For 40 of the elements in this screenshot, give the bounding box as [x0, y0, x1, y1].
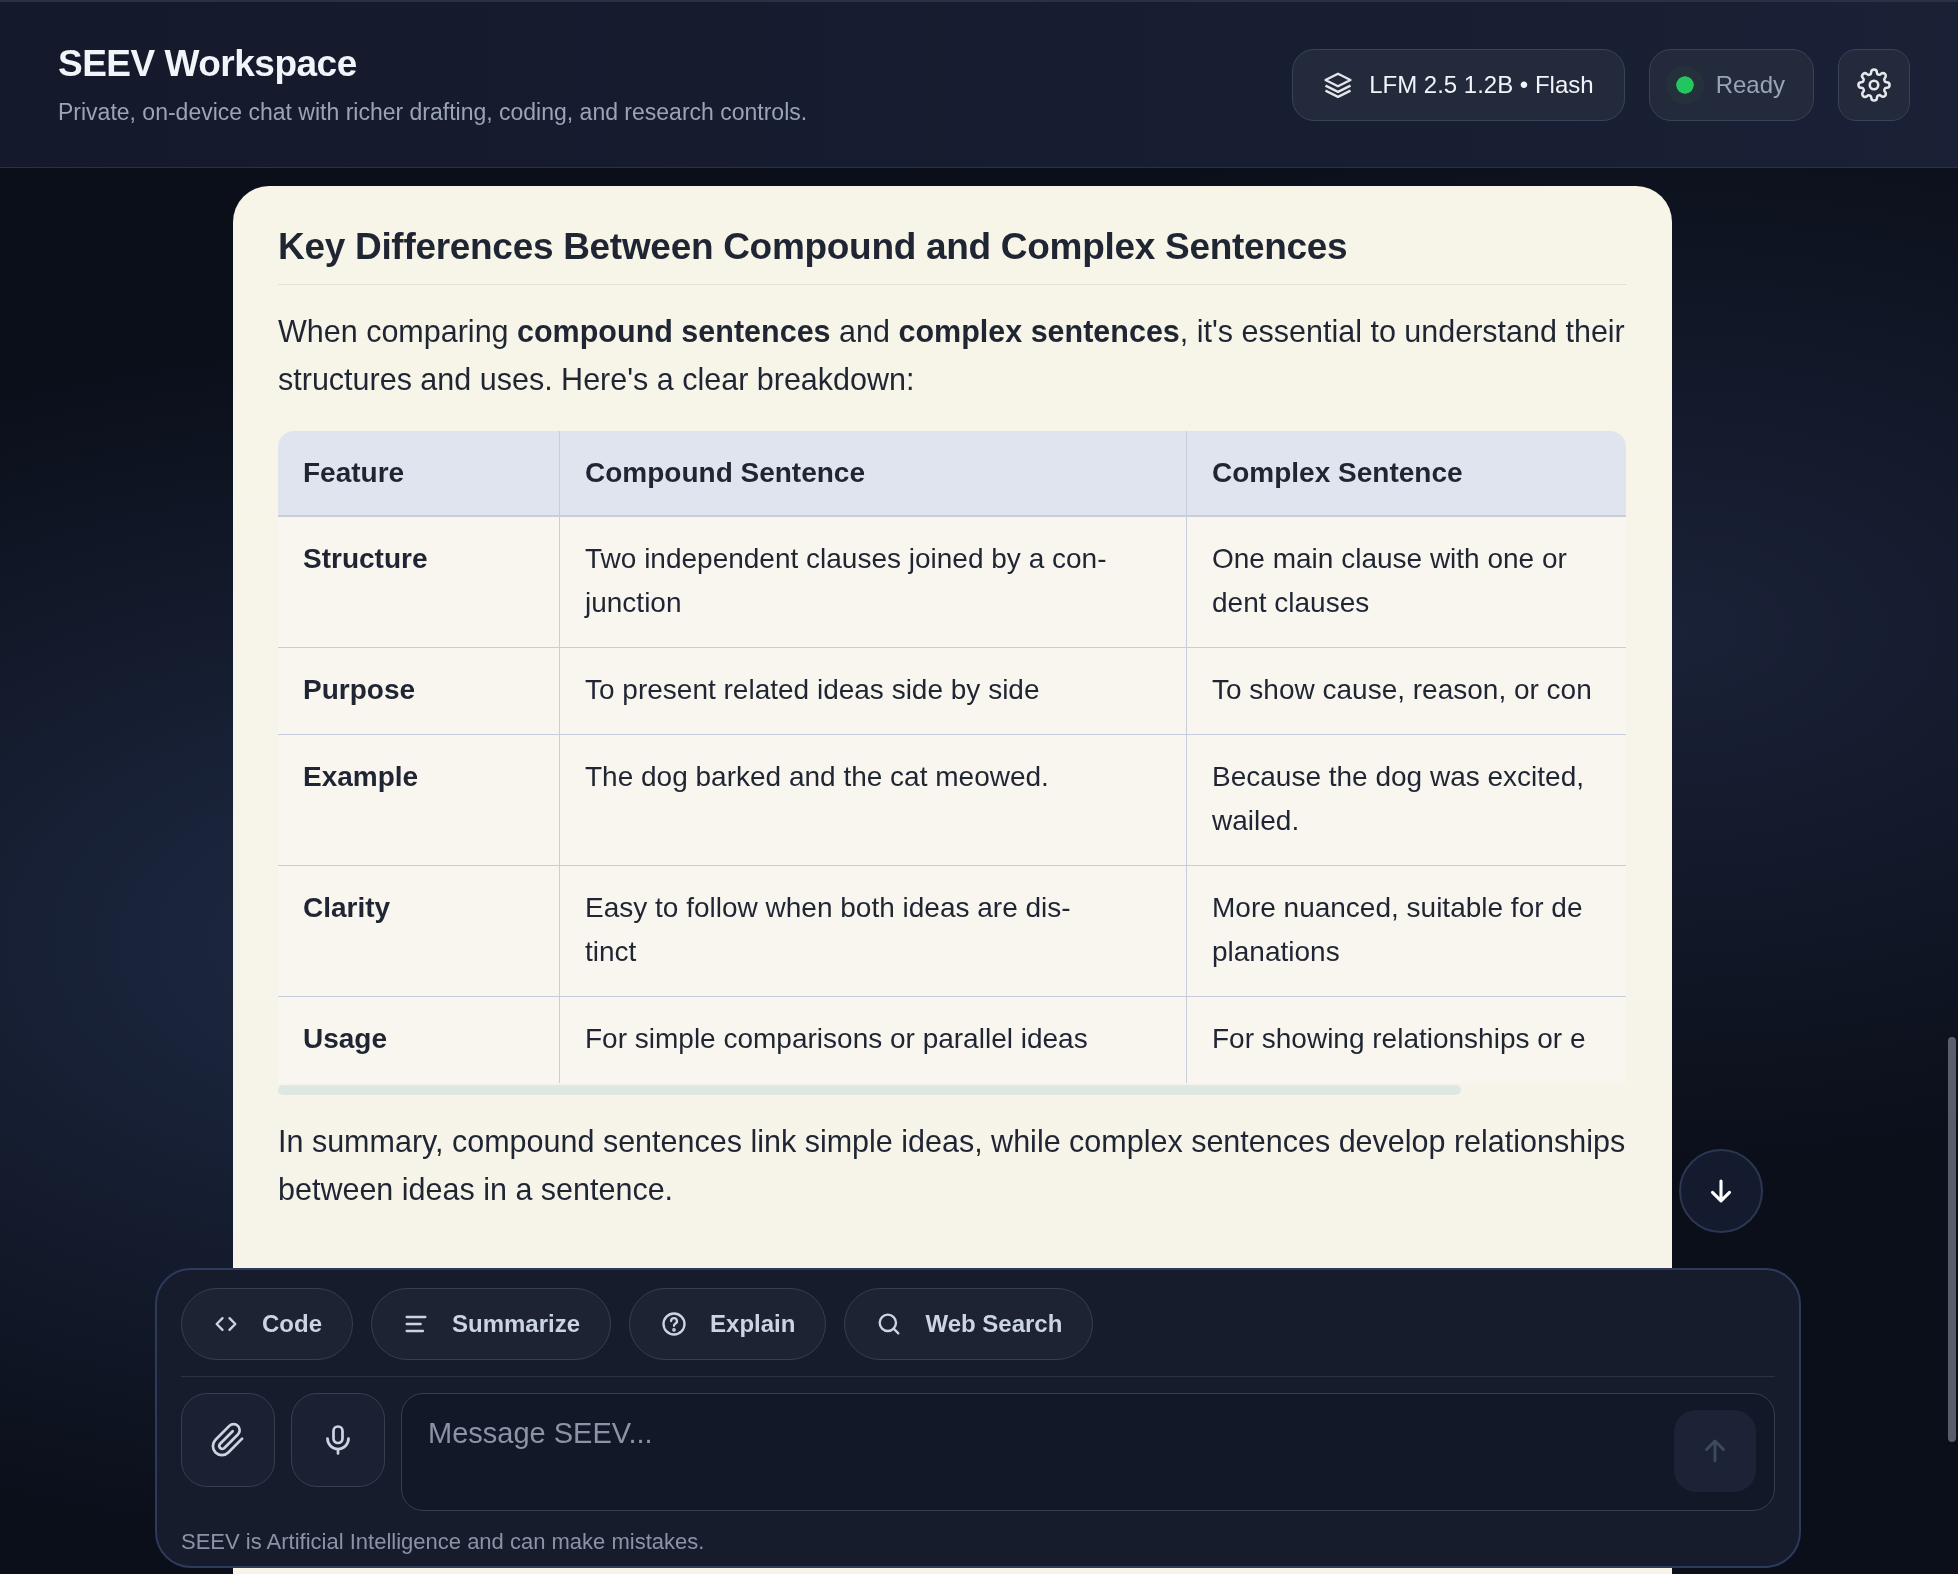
table-cell: Structure [278, 516, 560, 648]
table-cell: The dog barked and the cat meowed. [559, 734, 1187, 866]
message-input[interactable]: Message SEEV... [426, 1416, 1674, 1451]
action-chip[interactable]: Explain [629, 1288, 827, 1360]
app-subtitle: Private, on-device chat with richer drafting, coding, and research controls. [58, 99, 808, 126]
table-cell: For showing relationships or e [1186, 996, 1626, 1083]
table-cell: To show cause, reason, or con [1186, 647, 1626, 735]
app-title: SEEV Workspace [58, 43, 358, 85]
horizontal-scrollbar[interactable] [278, 1085, 1461, 1095]
help-icon [660, 1310, 689, 1338]
settings-button[interactable] [1838, 48, 1910, 121]
message-heading: Key Differences Between Compound and Complex Sentences [278, 226, 1627, 285]
table-cell: Clarity [278, 865, 560, 997]
summary-paragraph: In summary, compound sentences link simple ideas, while complex sentences develop relationships between ideas in a sentence. [278, 1123, 1627, 1208]
action-chip[interactable]: Code [181, 1288, 353, 1360]
table-cell: Usage [278, 996, 560, 1083]
disclaimer-text: SEEV is Artificial Intelligence and can make mistakes. [181, 1529, 706, 1555]
table-cell: Purpose [278, 647, 560, 735]
settings-icon [1857, 67, 1891, 102]
table-cell: To present related ideas side by side [559, 647, 1187, 735]
model-selector[interactable]: LFM 2.5 1.2B • Flash [1292, 48, 1625, 121]
column-header: Complex Sentence [1186, 431, 1626, 516]
status-label: Ready [1715, 70, 1785, 99]
table-cell: Two independent clauses joined by a con- junction [559, 516, 1187, 648]
action-chip[interactable]: Summarize [371, 1288, 612, 1360]
message-field[interactable]: Message SEEV... [401, 1393, 1775, 1511]
table-cell: Easy to follow when both ideas are dis- tinct [559, 865, 1187, 997]
microphone-button[interactable] [291, 1393, 385, 1487]
attach-button[interactable] [181, 1393, 275, 1487]
table-cell: Example [278, 734, 560, 866]
table-cell: More nuanced, suitable for de planations [1186, 865, 1626, 997]
intro-paragraph: When comparing compound sentences and complex sentences, it's essential to understand their structures and uses. Here's a clear breakdown: [278, 313, 1626, 398]
action-chip[interactable]: Web Search [844, 1288, 1094, 1360]
table-cell: Because the dog was excited, wailed. [1186, 734, 1626, 866]
paperclip-icon [210, 1422, 246, 1458]
column-header: Compound Sentence [559, 431, 1187, 516]
table-cell: One main clause with one or dent clauses [1186, 516, 1626, 648]
table-cell: For simple comparisons or parallel ideas [559, 996, 1187, 1083]
vertical-scrollbar[interactable] [1948, 1037, 1956, 1442]
column-header: Feature [278, 431, 560, 516]
